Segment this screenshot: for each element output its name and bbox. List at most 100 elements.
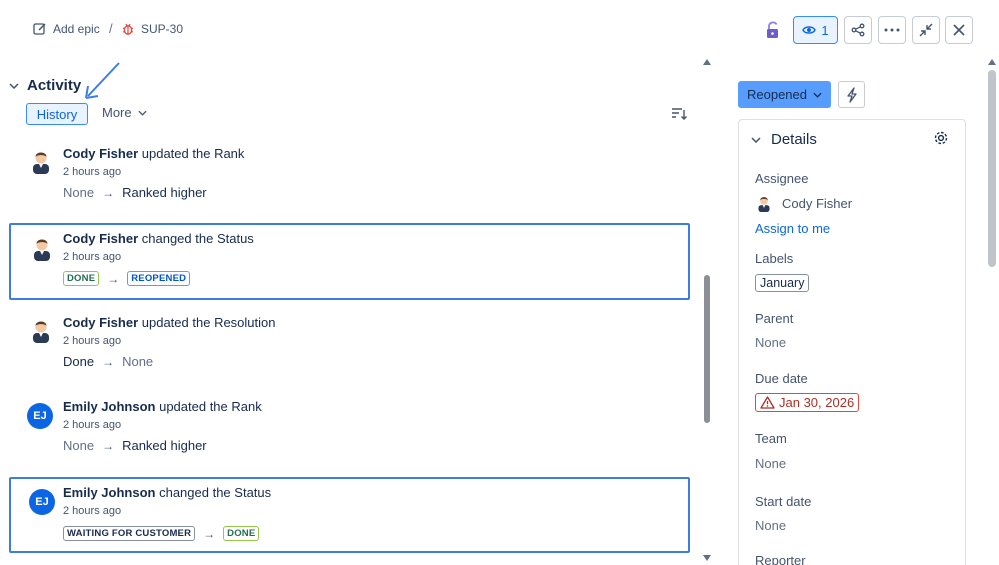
- status-label: Reopened: [747, 87, 807, 102]
- entry-field: Rank: [231, 399, 262, 414]
- entry-author[interactable]: Emily Johnson: [63, 399, 155, 414]
- assign-to-me-link[interactable]: Assign to me: [755, 221, 830, 236]
- close-button[interactable]: [945, 16, 973, 44]
- unlock-icon: [767, 21, 778, 38]
- entry-change: DONE → REOPENED: [63, 271, 191, 286]
- entry-author[interactable]: Cody Fisher: [63, 315, 138, 330]
- chevron-down-icon: [813, 92, 822, 98]
- user-avatar-icon: [34, 239, 50, 261]
- details-scrollbar[interactable]: [986, 56, 999, 565]
- change-to: Ranked higher: [122, 185, 207, 200]
- parent-value[interactable]: None: [755, 335, 786, 350]
- due-date-value[interactable]: Jan 30, 2026: [755, 393, 860, 412]
- watch-count: 1: [821, 22, 829, 38]
- entry-time: 2 hours ago: [63, 251, 122, 263]
- issue-key: SUP-30: [141, 22, 184, 36]
- activity-section-toggle[interactable]: Activity: [9, 77, 81, 94]
- team-label: Team: [755, 431, 787, 446]
- due-date-text: Jan 30, 2026: [779, 395, 855, 410]
- entry-summary: Cody Fisher updated the Rank: [63, 146, 244, 161]
- lightning-icon: [846, 86, 857, 103]
- user-avatar-icon: [758, 197, 770, 212]
- entry-change: None → Ranked higher: [63, 438, 207, 453]
- history-entry: Cody Fisher updated the Resolution 2 hou…: [9, 310, 690, 380]
- details-heading: Details: [771, 131, 817, 148]
- entry-time: 2 hours ago: [63, 335, 122, 347]
- sort-icon[interactable]: [671, 107, 687, 121]
- add-epic-label: Add epic: [53, 22, 100, 36]
- chevron-down-icon: [9, 82, 19, 89]
- history-entry: Cody Fisher updated the Rank 2 hours ago…: [9, 141, 690, 211]
- arrow-right-icon: →: [102, 354, 115, 369]
- assignee-field[interactable]: Cody Fisher: [755, 194, 852, 212]
- entry-author[interactable]: Cody Fisher: [63, 146, 138, 161]
- entry-time: 2 hours ago: [63, 166, 122, 178]
- bug-icon: [122, 23, 134, 35]
- tab-more-label: More: [102, 105, 132, 120]
- entry-change: None → Ranked higher: [63, 185, 207, 200]
- user-avatar-icon: [33, 152, 49, 174]
- label-chip[interactable]: January: [755, 274, 810, 292]
- entry-change: Done → None: [63, 354, 153, 369]
- start-date-value[interactable]: None: [755, 518, 786, 533]
- entry-summary: Cody Fisher changed the Status: [63, 231, 254, 246]
- start-date-label: Start date: [755, 494, 812, 509]
- user-avatar-icon: [33, 321, 49, 343]
- restrict-access-button[interactable]: [763, 20, 783, 40]
- entry-action: changed the: [159, 485, 231, 500]
- status-lozenge-from: WAITING FOR CUSTOMER: [63, 526, 196, 541]
- status-lozenge-to: DONE: [223, 526, 260, 541]
- watch-button[interactable]: 1: [793, 16, 838, 44]
- more-actions-button[interactable]: [878, 16, 906, 44]
- issue-key-link[interactable]: SUP-30: [121, 22, 183, 36]
- add-epic-link[interactable]: Add epic: [33, 22, 100, 36]
- entry-field: Resolution: [214, 315, 276, 330]
- due-date-label: Due date: [755, 371, 808, 386]
- change-from: None: [63, 185, 95, 200]
- automation-button[interactable]: [838, 81, 865, 108]
- avatar: EJ: [29, 489, 55, 515]
- status-lozenge-to: REOPENED: [127, 271, 191, 286]
- gear-icon[interactable]: [933, 130, 949, 146]
- labels-label: Labels: [755, 251, 794, 266]
- status-dropdown-button[interactable]: Reopened: [738, 81, 831, 108]
- entry-summary: Cody Fisher updated the Resolution: [63, 315, 276, 330]
- arrow-right-icon: →: [102, 185, 115, 200]
- status-lozenge-from: DONE: [63, 271, 100, 286]
- team-value[interactable]: None: [755, 456, 786, 471]
- share-button[interactable]: [844, 16, 872, 44]
- collapse-icon: [919, 23, 933, 37]
- chevron-down-icon: [138, 110, 147, 116]
- arrow-right-icon: →: [102, 438, 115, 453]
- assignee-name: Cody Fisher: [782, 195, 853, 211]
- top-bar: Add epic / SUP-30 1: [0, 0, 999, 60]
- change-to: None: [122, 354, 154, 369]
- change-to: Ranked higher: [122, 438, 207, 453]
- avatar: EJ: [27, 403, 53, 429]
- chevron-down-icon: [751, 136, 761, 143]
- entry-time: 2 hours ago: [63, 419, 122, 431]
- entry-field: Status: [234, 485, 272, 500]
- history-entry: EJ Emily Johnson updated the Rank 2 hour…: [9, 394, 690, 464]
- activity-heading: Activity: [27, 77, 82, 94]
- warning-icon: [760, 396, 775, 409]
- breadcrumb-separator: /: [109, 21, 113, 36]
- history-entry-highlighted: Cody Fisher changed the Status 2 hours a…: [9, 223, 690, 300]
- details-panel: Details Assignee Cody Fisher Assign to m…: [738, 119, 966, 565]
- tab-more[interactable]: More: [102, 105, 147, 120]
- reporter-label: Reporter: [755, 553, 806, 565]
- entry-author[interactable]: Emily Johnson: [63, 485, 155, 500]
- entry-summary: Emily Johnson changed the Status: [63, 485, 271, 500]
- entry-action: updated the: [141, 315, 211, 330]
- change-from: None: [63, 438, 95, 453]
- ellipsis-icon: [884, 28, 900, 32]
- change-from: Done: [63, 354, 95, 369]
- minimize-button[interactable]: [912, 16, 940, 44]
- entry-author[interactable]: Cody Fisher: [63, 231, 138, 246]
- close-icon: [953, 24, 965, 36]
- tab-history[interactable]: History: [26, 103, 88, 125]
- history-entry-highlighted: EJ Emily Johnson changed the Status 2 ho…: [9, 477, 690, 553]
- details-section-toggle[interactable]: Details: [751, 131, 817, 148]
- activity-scrollbar[interactable]: [700, 56, 714, 565]
- entry-summary: Emily Johnson updated the Rank: [63, 399, 262, 414]
